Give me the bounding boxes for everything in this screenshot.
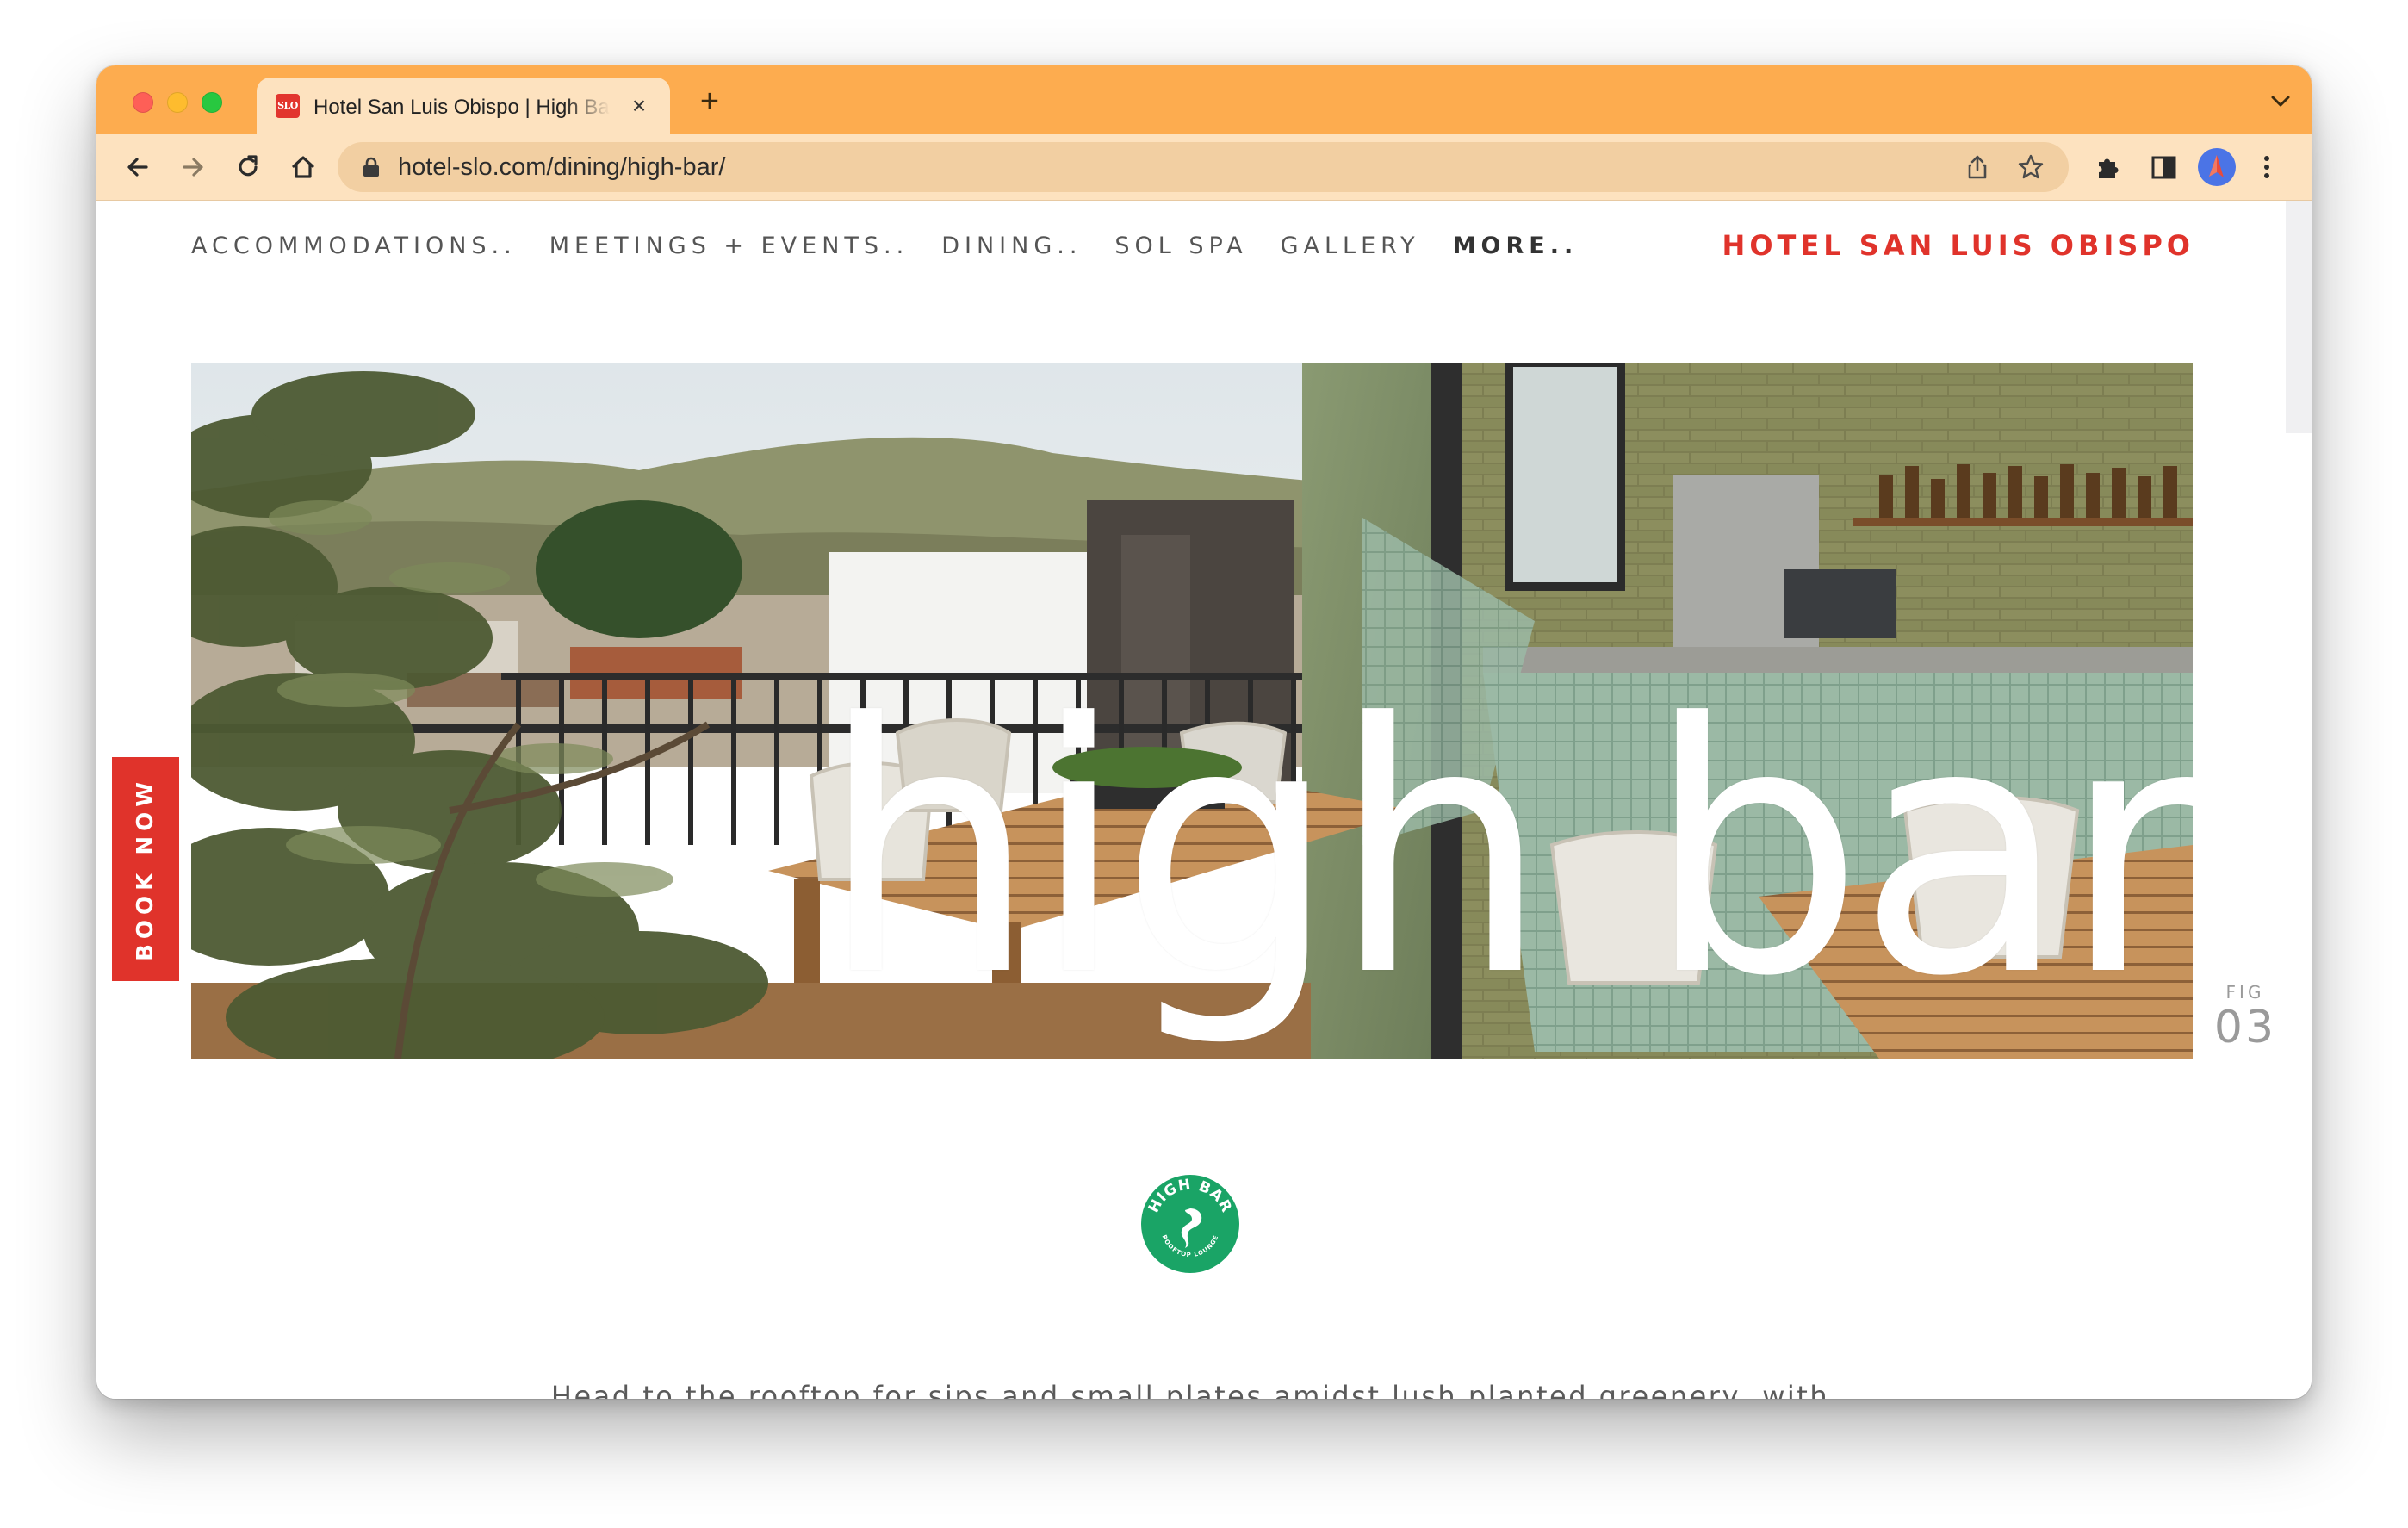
close-window-button[interactable]: [133, 92, 153, 113]
url-text[interactable]: hotel-slo.com/dining/high-bar/: [398, 142, 725, 192]
lock-icon[interactable]: [362, 157, 381, 177]
reload-icon[interactable]: [231, 150, 265, 184]
new-tab-button[interactable]: +: [691, 83, 729, 121]
favicon-icon: SLO: [276, 94, 300, 118]
hero-image: high bar: [191, 363, 2193, 1059]
minimize-window-button[interactable]: [167, 92, 188, 113]
browser-toolbar: hotel-slo.com/dining/high-bar/: [96, 134, 2312, 201]
close-tab-icon[interactable]: ×: [625, 92, 653, 120]
figure-label: FIG: [2225, 982, 2265, 1003]
main-nav: ACCOMMODATIONS.. MEETINGS + EVENTS.. DIN…: [191, 201, 1611, 290]
book-now-button[interactable]: BOOK NOW: [112, 757, 179, 981]
sidepanel-icon[interactable]: [2146, 150, 2181, 184]
share-icon[interactable]: [1964, 153, 1991, 181]
tab-title: Hotel San Luis Obispo | High Bar: [313, 96, 610, 119]
back-icon[interactable]: [121, 150, 155, 184]
nav-accommodations[interactable]: ACCOMMODATIONS..: [191, 233, 517, 259]
forward-icon[interactable]: [176, 150, 210, 184]
extensions-icon[interactable]: [2091, 150, 2126, 184]
tab-list-icon[interactable]: [2265, 86, 2296, 117]
maximize-window-button[interactable]: [202, 92, 222, 113]
browser-tab[interactable]: SLO Hotel San Luis Obispo | High Bar ×: [257, 78, 670, 134]
home-icon[interactable]: [286, 150, 320, 184]
figure-number: 03: [2213, 1002, 2277, 1053]
nav-dining[interactable]: DINING..: [941, 233, 1082, 259]
hero-title: high bar: [819, 651, 2193, 1052]
high-bar-logo[interactable]: HIGH BAR ROOFTOP LOUNGE: [1140, 1174, 1240, 1274]
book-now-label: BOOK NOW: [133, 777, 158, 961]
tab-strip: SLO Hotel San Luis Obispo | High Bar × +: [96, 65, 2312, 134]
browser-window: SLO Hotel San Luis Obispo | High Bar × +: [96, 65, 2312, 1399]
address-bar[interactable]: hotel-slo.com/dining/high-bar/: [338, 142, 2069, 192]
profile-icon[interactable]: [2198, 148, 2236, 186]
nav-gallery[interactable]: GALLERY: [1281, 233, 1420, 259]
site-brand[interactable]: HOTEL SAN LUIS OBISPO: [1722, 201, 2194, 290]
web-page: ACCOMMODATIONS.. MEETINGS + EVENTS.. DIN…: [96, 201, 2312, 1399]
nav-sol-spa[interactable]: SOL SPA: [1114, 233, 1247, 259]
star-icon[interactable]: [2017, 153, 2045, 181]
menu-icon[interactable]: [2250, 150, 2284, 184]
intro-paragraph: Head to the rooftop for sips and small p…: [550, 1380, 1830, 1399]
page-scrollbar[interactable]: [2286, 201, 2312, 433]
nav-more[interactable]: MORE..: [1453, 233, 1579, 259]
nav-meetings-events[interactable]: MEETINGS + EVENTS..: [549, 233, 909, 259]
